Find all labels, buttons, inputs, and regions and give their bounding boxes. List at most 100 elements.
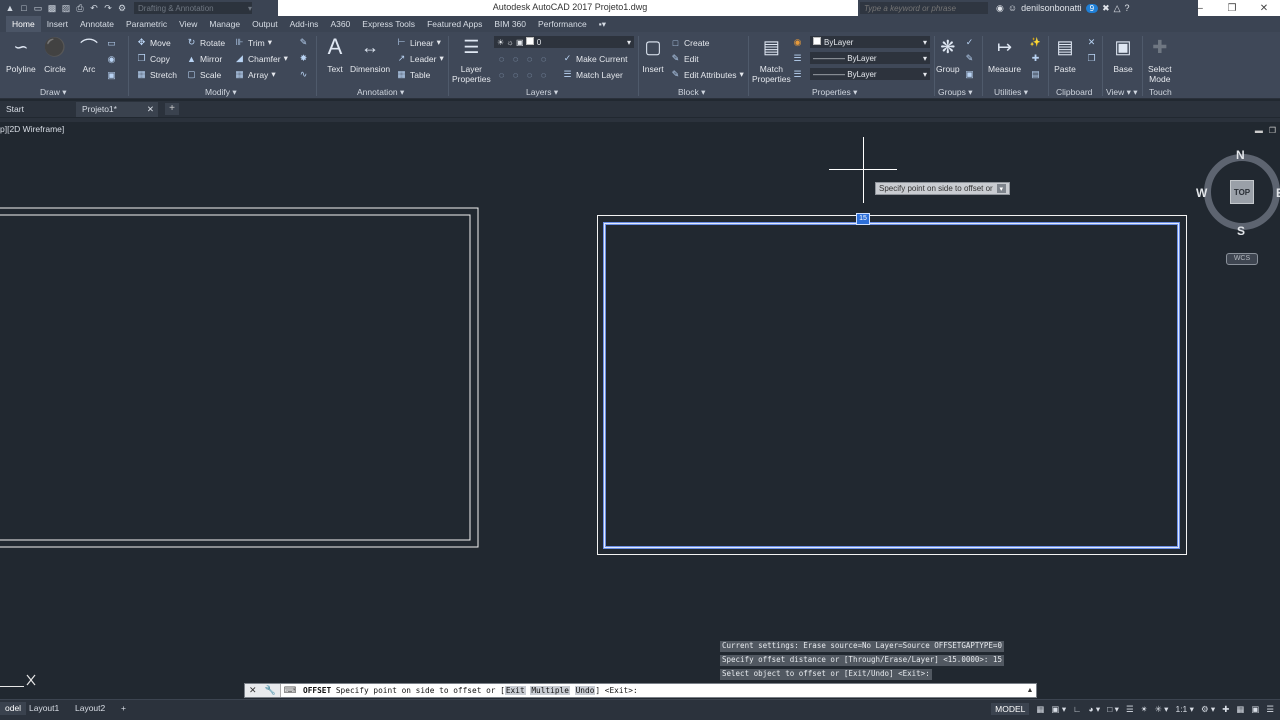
user-icon[interactable]: ☺ — [1008, 3, 1017, 13]
option-exit[interactable]: Exit — [504, 686, 526, 695]
tab-output[interactable]: Output — [246, 16, 284, 32]
group-button[interactable]: ❋ Group — [936, 36, 960, 75]
layers-panel-title[interactable]: Layers ▾ — [526, 87, 558, 99]
properties-panel-title[interactable]: Properties ▾ — [812, 87, 857, 99]
lineweight-select[interactable]: ———— ByLayer ▾ — [810, 68, 930, 80]
option-undo[interactable]: Undo — [574, 686, 596, 695]
copy-button[interactable]: ❐ Copy — [136, 53, 169, 64]
tab-bim-360[interactable]: BIM 360 — [488, 16, 532, 32]
a360-icon[interactable]: △ — [1114, 3, 1121, 14]
wcs-menu[interactable]: WCS — [1226, 253, 1258, 265]
layer-properties-button[interactable]: ☰ Layer Properties — [452, 36, 491, 85]
notification-badge[interactable]: 9 — [1085, 3, 1099, 13]
selection-grip[interactable]: 15 — [856, 213, 870, 225]
add-layout-button[interactable]: + — [116, 702, 131, 715]
isolate-icon[interactable]: ▦ — [1236, 704, 1244, 715]
group-edit-icon[interactable]: ✎ — [964, 53, 975, 64]
create-block-button[interactable]: □ Create — [670, 37, 710, 48]
quick-select-icon[interactable]: ✨ — [1030, 37, 1041, 48]
annotation-scale[interactable]: 1:1 ▾ — [1175, 704, 1193, 715]
minimize-icon[interactable]: – — [1184, 0, 1216, 16]
viewcube-top-face[interactable]: TOP — [1230, 180, 1254, 204]
text-button[interactable]: A Text — [324, 34, 346, 74]
customize-wrench-icon[interactable]: 🔧 — [265, 685, 276, 696]
annotation-visibility-icon[interactable]: ✳ ▾ — [1155, 704, 1169, 715]
recent-commands-icon[interactable]: ⌨ — [281, 685, 299, 696]
cut-icon[interactable]: ✕ — [1086, 37, 1097, 48]
rectangle-icon[interactable]: ▣ — [106, 70, 117, 81]
tab-view[interactable]: View — [173, 16, 203, 32]
tab-performance[interactable]: Performance — [532, 16, 593, 32]
tab-express-tools[interactable]: Express Tools — [356, 16, 421, 32]
annotation-panel-title[interactable]: Annotation ▾ — [357, 87, 404, 99]
hatch-icon[interactable]: ◉ — [106, 54, 117, 65]
edit-block-button[interactable]: ✎ Edit — [670, 53, 699, 64]
leader-button[interactable]: ↗ Leader ▾ — [396, 53, 444, 64]
color-select[interactable]: ByLayer ▾ — [810, 36, 930, 48]
array-button[interactable]: ▦ Array ▾ — [234, 69, 275, 80]
compass-west[interactable]: W — [1196, 186, 1207, 200]
tab-parametric[interactable]: Parametric — [120, 16, 173, 32]
tab-a360[interactable]: A360 — [324, 16, 356, 32]
chamfer-button[interactable]: ◢ Chamfer ▾ — [234, 53, 288, 64]
measure-button[interactable]: ↦ Measure — [988, 36, 1021, 75]
draw-panel-title[interactable]: Draw ▾ — [40, 87, 66, 99]
trim-button[interactable]: ⊪ Trim ▾ — [234, 37, 272, 48]
modify-panel-title[interactable]: Modify ▾ — [205, 87, 237, 99]
linear-button[interactable]: ⊢ Linear ▾ — [396, 37, 441, 48]
new-file-icon[interactable]: □ — [18, 2, 30, 14]
viewport-controls[interactable]: p][2D Wireframe] — [0, 124, 64, 134]
help-icon[interactable]: ? — [1125, 3, 1130, 13]
make-current-button[interactable]: ✓ Make Current — [562, 53, 628, 64]
snap-icon[interactable]: ▣ ▾ — [1051, 704, 1066, 715]
stretch-button[interactable]: ▦ Stretch — [136, 69, 177, 80]
open-file-icon[interactable]: ▭ — [32, 2, 44, 14]
tab-insert[interactable]: Insert — [41, 16, 74, 32]
linetype-icon[interactable]: ☰ — [792, 53, 803, 64]
tab-manage[interactable]: Manage — [203, 16, 246, 32]
paste-button[interactable]: ▤ Paste — [1054, 36, 1076, 75]
drawing-canvas[interactable] — [0, 118, 1280, 698]
compass-north[interactable]: N — [1236, 148, 1245, 162]
model-space-button[interactable]: MODEL — [991, 703, 1030, 715]
layer-tools-row-1[interactable]: ◌ ◌ ◌ ◌ — [496, 53, 549, 64]
binoculars-icon[interactable]: ◉ — [996, 3, 1004, 14]
lineweight-icon[interactable]: ☰ — [792, 69, 803, 80]
base-button[interactable]: ▣ Base — [1112, 36, 1134, 75]
maximize-icon[interactable]: ❐ — [1216, 0, 1248, 16]
search-input[interactable] — [860, 2, 988, 14]
viewport-restore-icon[interactable]: ❐ — [1269, 126, 1276, 135]
exchange-icon[interactable]: ✖ — [1102, 3, 1110, 14]
mirror-button[interactable]: ▲ Mirror — [186, 53, 222, 64]
user-name[interactable]: denilsonbonatti — [1021, 3, 1082, 13]
point-icon[interactable]: ✚ — [1030, 53, 1041, 64]
color-wheel-icon[interactable]: ◉ — [792, 37, 803, 48]
layer-select[interactable]: ☀ ☼ ▣ 0 ▾ — [494, 36, 634, 48]
grid-icon[interactable]: ▦ — [1036, 704, 1044, 715]
tab-featured-apps[interactable]: Featured Apps — [421, 16, 488, 32]
close-icon[interactable]: ✕ — [1248, 0, 1280, 16]
tab-model[interactable]: odel — [0, 702, 27, 715]
clipboard-panel-title[interactable]: Clipboard — [1056, 87, 1092, 99]
customize-icon[interactable]: ☰ — [1266, 704, 1274, 715]
rotate-button[interactable]: ↻ Rotate — [186, 37, 225, 48]
circle-button[interactable]: ⚫ Circle — [44, 36, 66, 75]
linetype-select[interactable]: ———— ByLayer ▾ — [810, 52, 930, 64]
tab-annotate[interactable]: Annotate — [74, 16, 120, 32]
arc-button[interactable]: ⌒ Arc — [78, 36, 100, 74]
polar-icon[interactable]: ◕ ▾ — [1088, 704, 1100, 715]
tab-layout2[interactable]: Layout2 — [70, 702, 110, 715]
layer-tools-row-2[interactable]: ◌ ◌ ◌ ◌ — [496, 69, 549, 80]
insert-button[interactable]: ▢ Insert — [642, 36, 664, 75]
save-as-icon[interactable]: ▨ — [60, 2, 72, 14]
tab-projeto1[interactable]: Projeto1* ✕ — [76, 102, 158, 117]
select-mode-button[interactable]: ✚ Select Mode — [1148, 36, 1172, 85]
viewport-minimize-icon[interactable]: ▬ — [1255, 126, 1263, 135]
move-button[interactable]: ✥ Move — [136, 37, 171, 48]
tab-start[interactable]: Start — [0, 102, 30, 117]
match-properties-button[interactable]: ▤ Match Properties — [752, 36, 791, 85]
lineweight-toggle-icon[interactable]: ☰ — [1126, 704, 1134, 715]
block-panel-title[interactable]: Block ▾ — [678, 87, 705, 99]
workspace-select[interactable]: Drafting & Annotation ▾ — [134, 2, 252, 14]
ribbon-toggle-icon[interactable]: ▪▾ — [593, 16, 612, 32]
